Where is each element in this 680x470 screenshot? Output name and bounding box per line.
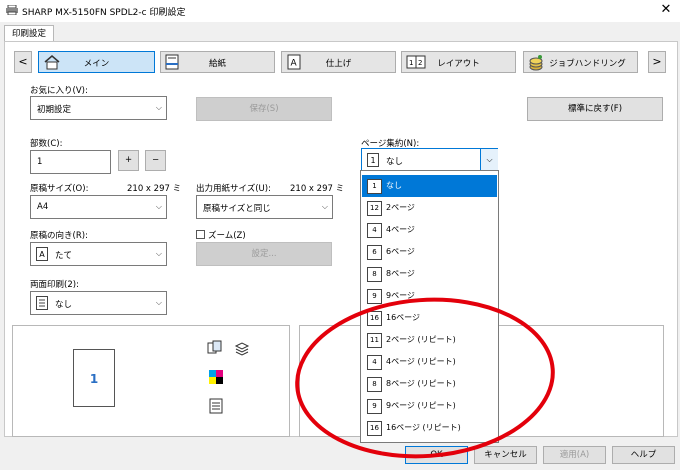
layout-6-icon: 6	[367, 245, 382, 260]
zoom-label: ズーム(Z)	[208, 231, 246, 241]
layout-9-repeat-icon: 9	[367, 399, 382, 414]
page-aggregation-icon: 1	[367, 153, 379, 167]
help-button[interactable]: ヘルプ	[612, 446, 675, 464]
favorites-select[interactable]: 初期設定 ⌵	[30, 96, 167, 120]
layout-2-icon: 12	[367, 201, 382, 216]
window-title: SHARP MX-5150FN SPDL2-c 印刷設定	[22, 8, 186, 18]
output-size-label: 出力用紙サイズ(U):	[196, 184, 271, 194]
page-aggregation-dropdown: 1 なし 12 2ページ 4 4ページ 6 6ページ 8 8ページ 9 9ページ…	[360, 170, 499, 443]
duplex-value: なし	[55, 300, 73, 310]
page-aggregation-select[interactable]: 1 なし ⌵	[361, 148, 498, 172]
nav-paper-button[interactable]: 給紙	[160, 51, 275, 73]
nav-layout-label: レイアウト	[437, 59, 480, 69]
dropdown-option[interactable]: 8 8ページ (リピート)	[362, 373, 497, 395]
nav-job-handling-label: ジョブハンドリング	[549, 59, 626, 69]
layout-8-icon: 8	[367, 267, 382, 282]
copies-label: 部数(C):	[30, 139, 63, 149]
chevron-down-icon: ⌵	[155, 298, 162, 307]
page-preview: 1	[73, 349, 115, 407]
orientation-select[interactable]: A たて ⌵	[30, 242, 167, 266]
color-icon	[208, 369, 224, 385]
duplex-select[interactable]: なし ⌵	[30, 291, 167, 315]
single-sided-icon	[36, 296, 48, 310]
chevron-down-icon: ⌵	[321, 202, 328, 211]
nav-finishing-label: 仕上げ	[325, 59, 352, 69]
chevron-down-icon: ⌵	[155, 249, 162, 258]
nav-layout-button[interactable]: 12 レイアウト	[401, 51, 516, 73]
copies-plus-button[interactable]: +	[118, 150, 139, 171]
dropdown-option[interactable]: 9 9ページ	[362, 285, 497, 307]
output-size-select[interactable]: 原稿サイズと同じ ⌵	[196, 195, 333, 219]
layout-16-repeat-icon: 16	[367, 421, 382, 436]
duplex-label: 両面印刷(2):	[30, 280, 79, 290]
ok-button[interactable]: OK	[405, 446, 468, 464]
layout-16-icon: 16	[367, 311, 382, 326]
apply-button[interactable]: 適用(A)	[543, 446, 606, 464]
layout-4-icon: 4	[367, 223, 382, 238]
nav-finishing-button[interactable]: A 仕上げ	[281, 51, 396, 73]
document-icon	[208, 398, 224, 414]
dropdown-option[interactable]: 16 16ページ	[362, 307, 497, 329]
orientation-label: 原稿の向き(R):	[30, 231, 88, 241]
dropdown-option[interactable]: 11 2ページ (リピート)	[362, 329, 497, 351]
page-number: 1	[89, 372, 99, 386]
cancel-button[interactable]: キャンセル	[474, 446, 537, 464]
dropdown-option[interactable]: 4 4ページ	[362, 219, 497, 241]
layout-2-repeat-icon: 11	[367, 333, 382, 348]
zoom-checkbox[interactable]	[196, 230, 205, 239]
dropdown-option[interactable]: 6 6ページ	[362, 241, 497, 263]
copies-input[interactable]: 1	[30, 150, 111, 174]
copies-value: 1	[37, 157, 43, 167]
original-size-select[interactable]: A4 ⌵	[30, 195, 167, 219]
chevron-down-icon[interactable]: ⌵	[480, 149, 498, 171]
dropdown-option[interactable]: 16 16ページ (リピート)	[362, 417, 497, 439]
tab-strip	[0, 22, 680, 42]
layout-8-repeat-icon: 8	[367, 377, 382, 392]
output-size-dims: 210 x 297 ミ	[290, 184, 345, 194]
layout-9-icon: 9	[367, 289, 382, 304]
dropdown-option[interactable]: 1 なし	[362, 175, 497, 197]
original-size-dims: 210 x 297 ミ	[127, 184, 182, 194]
dropdown-option[interactable]: 8 8ページ	[362, 263, 497, 285]
zoom-settings-button[interactable]: 設定...	[196, 242, 332, 266]
original-size-label: 原稿サイズ(O):	[30, 184, 89, 194]
page-aggregation-value: なし	[386, 157, 404, 167]
copy-icon	[207, 340, 223, 356]
chevron-down-icon: ⌵	[155, 103, 162, 112]
favorites-label: お気に入り(V):	[30, 86, 88, 96]
output-size-value: 原稿サイズと同じ	[203, 204, 271, 214]
layout-1-icon: 1	[367, 179, 382, 194]
nav-main-label: メイン	[83, 59, 110, 69]
printer-icon	[6, 4, 18, 16]
layout-4-repeat-icon: 4	[367, 355, 382, 370]
nav-job-handling-button[interactable]: ジョブハンドリング	[523, 51, 638, 73]
save-button[interactable]: 保存(S)	[196, 97, 332, 121]
original-size-value: A4	[37, 202, 49, 212]
reset-defaults-button[interactable]: 標準に戻す(F)	[527, 97, 663, 121]
nav-main-button[interactable]: メイン	[38, 51, 155, 73]
nav-right-arrow[interactable]: >	[648, 51, 666, 73]
close-button[interactable]: ✕	[655, 1, 677, 19]
chevron-down-icon: ⌵	[155, 202, 162, 211]
copies-minus-button[interactable]: −	[145, 150, 166, 171]
portrait-icon: A	[36, 247, 48, 261]
favorites-value: 初期設定	[37, 105, 72, 115]
nav-left-arrow[interactable]: <	[14, 51, 32, 73]
dropdown-option[interactable]: 12 2ページ	[362, 197, 497, 219]
dropdown-option[interactable]: 4 4ページ (リピート)	[362, 351, 497, 373]
nav-paper-label: 給紙	[208, 59, 226, 69]
tab-print-settings[interactable]: 印刷設定	[4, 25, 54, 42]
orientation-value: たて	[55, 251, 73, 261]
dropdown-option[interactable]: 9 9ページ (リピート)	[362, 395, 497, 417]
stack-icon	[234, 340, 250, 356]
